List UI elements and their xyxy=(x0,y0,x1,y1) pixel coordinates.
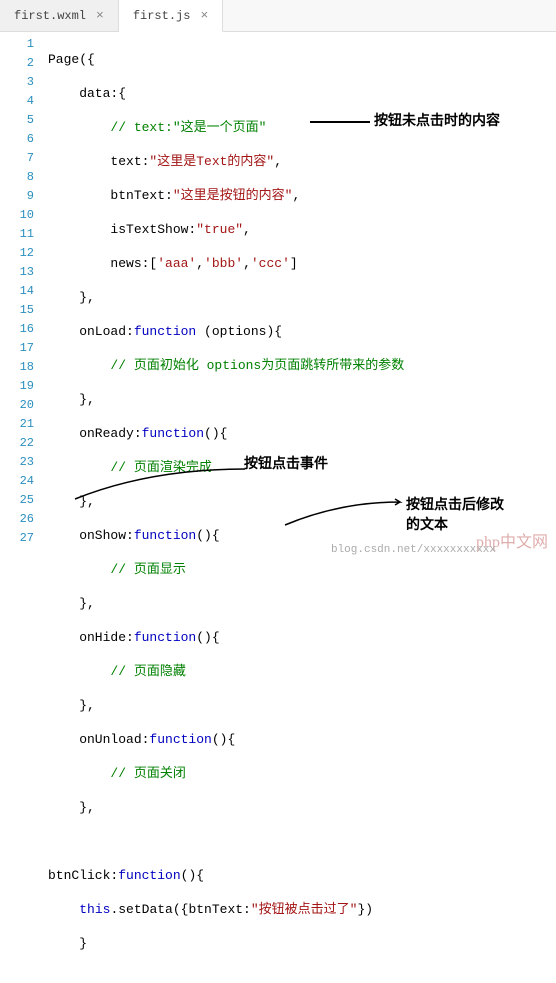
line-number: 10 xyxy=(0,206,34,225)
line-number: 7 xyxy=(0,149,34,168)
code-area[interactable]: Page({ data:{ // text:"这是一个页面" text:"这里是… xyxy=(48,32,556,560)
line-number: 8 xyxy=(0,168,34,187)
line-number: 14 xyxy=(0,282,34,301)
line-number: 19 xyxy=(0,377,34,396)
line-number: 26 xyxy=(0,510,34,529)
line-number: 15 xyxy=(0,301,34,320)
watermark-url: blog.csdn.net/xxxxxxxxxxx xyxy=(331,544,496,556)
line-number: 16 xyxy=(0,320,34,339)
close-icon[interactable]: × xyxy=(200,8,208,23)
line-number: 20 xyxy=(0,396,34,415)
line-number: 12 xyxy=(0,244,34,263)
line-number: 2 xyxy=(0,54,34,73)
line-number: 25 xyxy=(0,491,34,510)
line-number: 24 xyxy=(0,472,34,491)
line-number: 13 xyxy=(0,263,34,282)
close-icon[interactable]: × xyxy=(96,8,104,23)
line-number: 6 xyxy=(0,130,34,149)
line-number: 22 xyxy=(0,434,34,453)
tab-label: first.wxml xyxy=(14,9,86,23)
tab-first-wxml[interactable]: first.wxml × xyxy=(0,0,119,31)
line-number: 11 xyxy=(0,225,34,244)
line-number: 3 xyxy=(0,73,34,92)
line-number: 23 xyxy=(0,453,34,472)
line-number: 4 xyxy=(0,92,34,111)
line-number: 5 xyxy=(0,111,34,130)
line-number: 21 xyxy=(0,415,34,434)
line-number: 18 xyxy=(0,358,34,377)
line-number: 17 xyxy=(0,339,34,358)
tab-label: first.js xyxy=(133,9,191,23)
line-number: 9 xyxy=(0,187,34,206)
line-gutter: 1 2 3 4 5 6 7 8 9 10 11 12 13 14 15 16 1… xyxy=(0,32,48,560)
editor: 1 2 3 4 5 6 7 8 9 10 11 12 13 14 15 16 1… xyxy=(0,32,556,560)
tab-first-js[interactable]: first.js × xyxy=(119,0,223,32)
line-number: 27 xyxy=(0,529,34,548)
line-number: 1 xyxy=(0,35,34,54)
tab-bar: first.wxml × first.js × xyxy=(0,0,556,32)
